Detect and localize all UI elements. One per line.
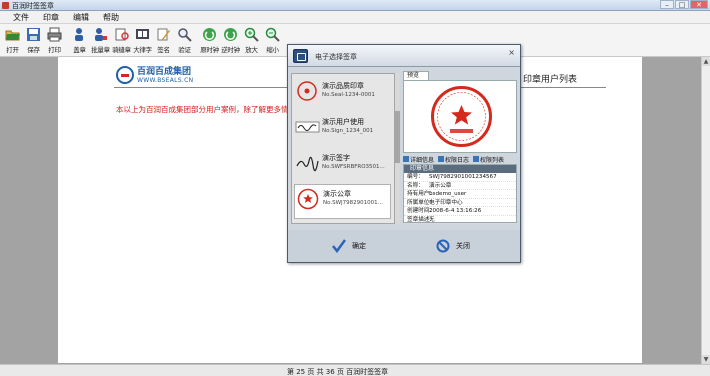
seal-detail-panel: 预览 详细信息 权限日志 权限列表 印章信息 编号： SWJ79829010012… [403,71,517,224]
status-bar: 第 25 页 共 36 页 百润时签签章 [0,364,710,376]
list-icon [473,156,480,162]
seal-select-dialog: 电子选择签章 × 演示品质印章 No.Seal-1234-0001 演示用户使用… [287,44,521,263]
tab-preview[interactable]: 预览 [403,71,429,80]
seam-stamp-button[interactable]: 骑缝章 [111,24,132,56]
round-seal-icon [297,81,317,101]
print-button[interactable]: 打印 [44,24,65,56]
rotate-counterclockwise-button[interactable]: 逆时钟 [220,24,241,56]
detail-actions: 详细信息 权限日志 权限列表 [403,154,517,164]
zoom-in-icon [244,27,259,42]
info-row: 所属单位： 电子印章中心 [404,199,516,207]
sign-button[interactable]: 签名 [153,24,174,56]
user-stamp-icon [72,27,87,42]
zoom-out-icon [265,27,280,42]
print-icon [47,27,62,42]
document-heading: 印章用户列表 [523,75,578,85]
seam-stamp-icon [114,27,129,42]
pages-button[interactable]: 大律字 [132,24,153,56]
dialog-title-bar: 电子选择签章 × [288,45,520,67]
official-seal-icon [431,86,492,147]
minimize-button[interactable]: – [660,0,674,9]
stamp-button[interactable]: 盖章 [69,24,90,56]
ok-button[interactable]: 确定 [332,239,366,253]
verify-button[interactable]: 验证 [174,24,195,56]
checkmark-icon [332,239,346,253]
seal-preview [403,80,517,153]
scroll-down-arrow-icon[interactable]: ▼ [702,355,710,364]
seal-list-scrollbar[interactable] [395,73,400,224]
pages-icon [135,27,150,42]
maximize-button[interactable]: □ [675,0,689,9]
verify-magnifier-icon [177,27,192,42]
info-icon [403,156,409,162]
seal-list-item[interactable]: 演示签字 No.SWFSRBFRO3501... [294,149,391,181]
scroll-thumb[interactable] [395,111,400,163]
menu-edit[interactable]: 编辑 [66,11,96,23]
info-row: 签章描述：无 [404,216,516,224]
menu-help[interactable]: 帮助 [96,11,126,23]
scroll-up-arrow-icon[interactable]: ▲ [702,57,710,66]
dialog-title: 电子选择签章 [315,53,357,61]
permission-log-tab[interactable]: 权限日志 [438,154,469,164]
zoom-in-button[interactable]: 放大 [241,24,262,56]
window-controls: – □ ✕ [660,0,708,9]
title-bar: 百润时签签章 – □ ✕ [0,0,710,11]
dialog-close-icon[interactable]: × [508,48,515,57]
no-entry-icon [436,239,450,253]
batch-stamp-button[interactable]: 批量章 [90,24,111,56]
window-title: 百润时签签章 [12,2,54,10]
rotate-clockwise-button[interactable]: 原时钟 [199,24,220,56]
save-icon [26,27,41,42]
seal-list-item-selected[interactable]: 演示公章 No.SWJ7982901001... [294,184,391,219]
clock-rotate-icon [202,27,217,42]
round-seal-icon [297,188,319,210]
vertical-scrollbar[interactable]: ▲ ▼ [701,57,710,364]
dialog-app-icon [293,49,308,63]
menu-bar: 文件 印章 编辑 帮助 [0,11,710,24]
logo-name: 百润百成集团 [137,66,192,77]
menu-file[interactable]: 文件 [6,11,36,23]
dialog-button-bar: 确定 关闭 [288,230,520,262]
log-icon [438,156,445,162]
info-row: 名称： 演示公章 [404,182,516,190]
info-row: 创建时间： 2008-6-4 13:16:26 [404,207,516,216]
company-logo: 百润百成集团 WWW.BSEALS.CN [116,66,193,84]
open-folder-icon [5,27,20,42]
signature-seal-icon [295,121,320,133]
info-header: 印章信息 [404,165,516,173]
status-text: 第 25 页 共 36 页 百润时签签章 [287,368,389,376]
batch-stamp-icon [93,27,108,42]
info-row: 持有用户： bsdemo_user [404,190,516,199]
seal-list: 演示品质印章 No.Seal-1234-0001 演示用户使用 No.Sign_… [291,73,395,224]
info-row: 编号： SWJ7982901001234567 [404,173,516,182]
permission-list-tab[interactable]: 权限列表 [473,154,504,164]
close-button[interactable]: ✕ [690,0,708,9]
clock-reverse-icon [223,27,238,42]
open-button[interactable]: 打开 [2,24,23,56]
handwritten-sign-icon [296,156,319,172]
pen-sign-icon [156,27,171,42]
notice-text: 本以上为百润百成集团部分用户案例，除了解更多情况 [116,105,296,114]
save-button[interactable]: 保存 [23,24,44,56]
logo-mark-icon [116,66,134,84]
logo-url: WWW.BSEALS.CN [137,76,194,84]
menu-seal[interactable]: 印章 [36,11,66,23]
detail-info-tab[interactable]: 详细信息 [403,154,434,164]
seal-info-table: 印章信息 编号： SWJ7982901001234567 名称： 演示公章 持有用户… [403,164,517,224]
app-icon [2,2,9,9]
seal-list-item[interactable]: 演示品质印章 No.Seal-1234-0001 [294,77,391,109]
cancel-button[interactable]: 关闭 [436,239,470,253]
zoom-out-button[interactable]: 缩小 [262,24,283,56]
seal-list-item[interactable]: 演示用户使用 No.Sign_1234_001 [294,113,391,145]
